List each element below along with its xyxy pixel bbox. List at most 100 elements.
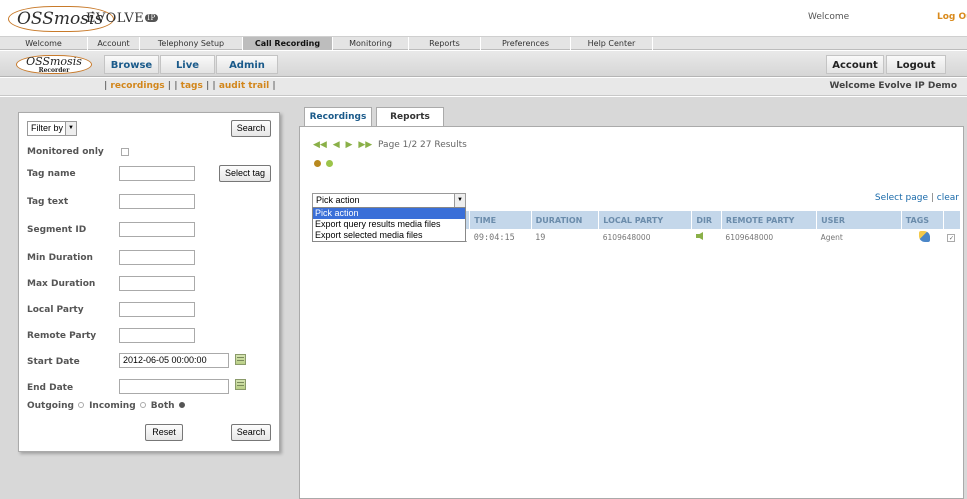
start-date-input[interactable]: 2012-06-05 00:00:00: [119, 353, 229, 368]
tag-name-input[interactable]: [119, 166, 195, 181]
link-recordings[interactable]: recordings: [110, 81, 164, 91]
filter-by-select[interactable]: Filter by ▼: [27, 121, 77, 136]
tab-live[interactable]: Live: [160, 55, 215, 74]
pager: ◀◀ ◀ ▶ ▶▶ Page 1/2 27 Results: [313, 140, 467, 150]
clear-link[interactable]: clear: [937, 193, 959, 203]
nav-item-account[interactable]: Account: [88, 37, 140, 50]
filter-by-value: Filter by: [31, 123, 64, 133]
tag-text-label: Tag text: [27, 197, 69, 207]
segment-id-label: Segment ID: [27, 225, 87, 235]
row-select-checkbox[interactable]: ✓: [947, 233, 956, 242]
recordings-content: ◀◀ ◀ ▶ ▶▶ Page 1/2 27 Results Pick actio…: [299, 126, 964, 499]
min-duration-input[interactable]: [119, 250, 195, 265]
incoming-radio[interactable]: [139, 402, 146, 408]
pick-action-select[interactable]: Pick action ▼: [312, 193, 466, 208]
col-remote-party[interactable]: REMOTE PARTY: [721, 211, 818, 229]
nav-item-preferences[interactable]: Preferences: [481, 37, 571, 50]
monitored-only-label: Monitored only: [27, 147, 104, 157]
remote-party-label: Remote Party: [27, 331, 97, 341]
select-page-links: Select page | clear: [875, 193, 959, 203]
recorder-logo-sub: Recorder: [38, 67, 70, 74]
link-tags[interactable]: tags: [181, 81, 203, 91]
monitored-only-checkbox[interactable]: [121, 148, 129, 156]
col-tags[interactable]: TAGS: [901, 211, 944, 229]
first-page-icon[interactable]: ◀◀: [313, 140, 327, 150]
action-option-export-selected[interactable]: Export selected media files: [313, 230, 465, 241]
recorder-logo: OSSmosis Recorder: [16, 55, 92, 74]
row-tags: [901, 229, 943, 246]
max-duration-input[interactable]: [119, 276, 195, 291]
header-logout-link[interactable]: Log Out: [937, 12, 967, 22]
status-dot-icon: [314, 160, 321, 167]
tab-reports[interactable]: Reports: [376, 107, 444, 127]
tag-name-label: Tag name: [27, 169, 76, 179]
nav-item-monitoring[interactable]: Monitoring: [333, 37, 409, 50]
both-label: Both: [150, 401, 175, 411]
status-legend: [314, 159, 335, 170]
select-page-link[interactable]: Select page: [875, 193, 928, 203]
select-tag-button[interactable]: Select tag: [219, 165, 271, 182]
main-nav: Welcome Account Telephony Setup Call Rec…: [0, 36, 967, 50]
recorder-bar: OSSmosis Recorder Browse Live Admin Acco…: [0, 51, 967, 77]
outgoing-radio[interactable]: [77, 402, 84, 408]
tab-browse[interactable]: Browse: [104, 55, 159, 74]
start-date-label: Start Date: [27, 357, 80, 367]
col-dir[interactable]: DIR: [691, 211, 722, 229]
last-page-icon[interactable]: ▶▶: [358, 140, 372, 150]
end-date-label: End Date: [27, 383, 74, 393]
local-party-label: Local Party: [27, 305, 84, 315]
reset-button[interactable]: Reset: [145, 424, 183, 441]
logout-button[interactable]: Logout: [886, 55, 946, 74]
nav-item-welcome[interactable]: Welcome: [0, 37, 88, 50]
outgoing-label: Outgoing: [27, 401, 74, 411]
col-user[interactable]: USER: [816, 211, 902, 229]
direction-radio-group: Outgoing Incoming Both: [27, 401, 187, 411]
status-dot-icon: [326, 160, 334, 167]
local-party-input[interactable]: [119, 302, 195, 317]
sub-links: | recordings | | tags | | audit trail |: [104, 81, 276, 91]
top-header: OSSmosis EVOLVEIP Welcome Log Out: [0, 0, 967, 36]
nav-item-reports[interactable]: Reports: [409, 37, 481, 50]
row-duration: 19: [535, 232, 546, 243]
row-user: Agent: [820, 233, 843, 242]
search-button[interactable]: Search: [231, 424, 271, 441]
both-radio[interactable]: [178, 402, 185, 408]
left-area: Filter by ▼ Search Monitored only Tag na…: [0, 97, 296, 499]
inbound-arrow-icon: [695, 232, 703, 240]
evolve-logo-text: EVOLVE: [86, 11, 145, 26]
pick-action-dropdown: Pick action Export query results media f…: [312, 207, 466, 242]
action-option-export-query-results[interactable]: Export query results media files: [313, 219, 465, 230]
remote-party-input[interactable]: [119, 328, 195, 343]
tab-recordings[interactable]: Recordings: [304, 107, 372, 127]
pick-action-value: Pick action: [316, 195, 360, 205]
filter-search-button[interactable]: Search: [231, 120, 271, 137]
next-page-icon[interactable]: ▶: [346, 140, 353, 150]
segment-id-input[interactable]: [119, 222, 195, 237]
chevron-down-icon: ▼: [65, 122, 76, 135]
nav-item-telephony-setup[interactable]: Telephony Setup: [140, 37, 243, 50]
row-select: ✓: [943, 229, 960, 246]
incoming-label: Incoming: [89, 401, 136, 411]
pager-text: Page 1/2 27 Results: [378, 140, 467, 150]
nav-item-call-recording[interactable]: Call Recording: [243, 37, 333, 50]
col-select: [943, 211, 962, 229]
tag-icon[interactable]: [918, 230, 930, 242]
end-date-calendar-icon[interactable]: [235, 379, 246, 390]
action-option-pick-action[interactable]: Pick action: [313, 208, 465, 219]
row-local-party: 6109648000: [602, 233, 651, 242]
nav-item-help-center[interactable]: Help Center: [571, 37, 653, 50]
start-date-calendar-icon[interactable]: [235, 354, 246, 365]
end-date-input[interactable]: [119, 379, 229, 394]
row-dir: [692, 229, 722, 246]
right-area: Recordings Reports ◀◀ ◀ ▶ ▶▶ Page 1/2 27…: [296, 97, 967, 499]
account-button[interactable]: Account: [826, 55, 884, 74]
prev-page-icon[interactable]: ◀: [333, 140, 340, 150]
col-duration[interactable]: DURATION: [531, 211, 600, 229]
col-local-party[interactable]: LOCAL PARTY: [598, 211, 693, 229]
col-time[interactable]: TIME: [469, 211, 532, 229]
evolve-logo: EVOLVE IP: [86, 11, 158, 26]
tab-admin[interactable]: Admin: [216, 55, 278, 74]
tag-text-input[interactable]: [119, 194, 195, 209]
link-audit-trail[interactable]: audit trail: [219, 81, 269, 91]
row-time: 09:04:15: [473, 232, 515, 243]
